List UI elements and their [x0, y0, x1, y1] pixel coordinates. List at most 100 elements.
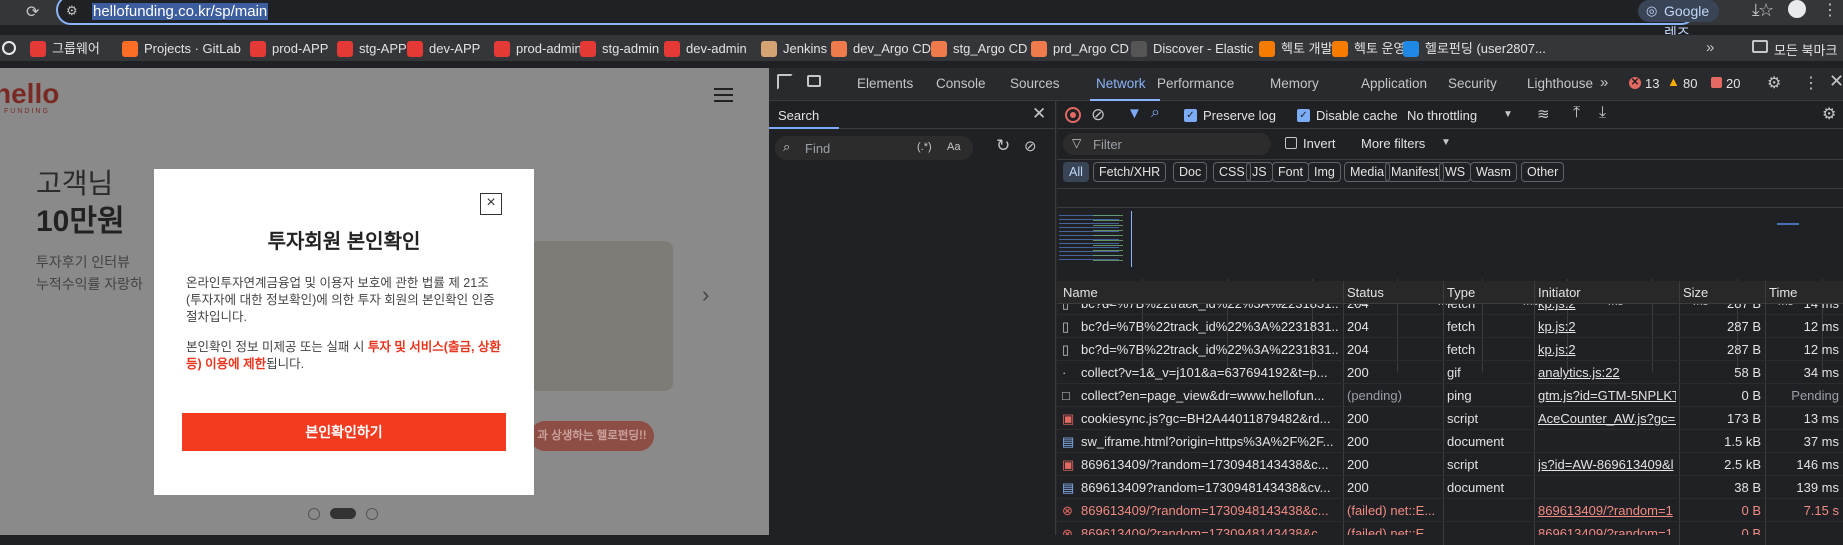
bookmark-label[interactable]: prod-APP [272, 41, 328, 56]
request-initiator[interactable]: 869613409/?random=1 [1538, 503, 1676, 518]
download-icon[interactable]: ⤓ [1752, 0, 1760, 20]
filter-chip-other[interactable]: Other [1521, 162, 1565, 182]
table-row[interactable]: ⊗ 869613409/?random=1730948143438&c... (fa… [1057, 522, 1843, 535]
column-header-time[interactable]: Time [1769, 285, 1797, 300]
tab-application[interactable]: Application [1361, 76, 1427, 91]
table-row[interactable]: ▣ 869613409/?random=1730948143438&c... 200… [1057, 453, 1843, 476]
column-header-name[interactable]: Name [1063, 285, 1098, 300]
more-bookmarks-icon[interactable]: » [1706, 39, 1714, 56]
request-name[interactable]: 869613409/?random=1730948143438&c... [1081, 526, 1339, 535]
carousel-dot-active[interactable] [330, 508, 356, 519]
request-initiator[interactable]: analytics.js:22 [1538, 365, 1676, 380]
regex-toggle[interactable]: (.*) [917, 141, 932, 153]
column-header-initiator[interactable]: Initiator [1538, 285, 1581, 300]
device-toolbar-icon[interactable] [807, 75, 821, 87]
tab-memory[interactable]: Memory [1270, 76, 1319, 91]
bookmark-item[interactable]: Jenkins [761, 40, 827, 58]
filter-chip-img[interactable]: Img [1308, 162, 1341, 182]
more-tabs-icon[interactable]: » [1600, 74, 1608, 91]
tab-network[interactable]: Network [1096, 76, 1146, 91]
request-initiator[interactable]: 869613409/?random=1 [1538, 526, 1676, 535]
site-info-icon[interactable]: ⚙ [66, 3, 78, 19]
tab-lighthouse[interactable]: Lighthouse [1527, 76, 1593, 91]
request-initiator[interactable]: kp.js:2 [1538, 319, 1676, 334]
banner-image[interactable] [530, 241, 673, 391]
filter-input[interactable]: ▽ Filter [1063, 133, 1271, 155]
close-search-icon[interactable]: ✕ [1032, 104, 1046, 124]
clear-log-icon[interactable]: ⊘ [1091, 105, 1105, 125]
omnibox[interactable]: ⚙ hellofunding.co.kr/sp/main ◎ Google 렌즈 … [56, 0, 1774, 41]
bookmark-label[interactable]: Projects · GitLab [144, 41, 241, 56]
bookmark-item[interactable]: Projects · GitLab [122, 40, 241, 58]
filter-chip-wasm[interactable]: Wasm [1470, 162, 1517, 182]
search-tab[interactable]: Search [778, 108, 819, 123]
tab-elements[interactable]: Elements [857, 76, 913, 91]
clear-icon[interactable]: ⊘ [1024, 137, 1037, 155]
bookmark-item[interactable]: 헥토 개발 [1259, 40, 1332, 58]
bookmark-label[interactable]: dev-APP [429, 41, 480, 56]
filter-icon[interactable]: ▼ [1127, 105, 1142, 122]
request-name[interactable]: bc?d=%7B%22track_id%22%3A%2231831... [1081, 304, 1339, 311]
bookmark-label[interactable]: Discover - Elastic [1153, 41, 1253, 56]
export-har-icon[interactable]: ⤓ [1599, 104, 1606, 122]
timeline-overview[interactable]: 1000 ms2000 ms3000 ms4000 ms5000 ms6000 … [1057, 189, 1843, 372]
site-logo[interactable]: hello [0, 78, 59, 110]
request-name[interactable]: bc?d=%7B%22track_id%22%3A%2231831... [1081, 342, 1339, 357]
banner-pill[interactable]: 과 상생하는 헬로펀딩!! [530, 421, 654, 451]
devtools-menu-icon[interactable]: ⋮ [1803, 73, 1819, 93]
filter-chip-fetchxhr[interactable]: Fetch/XHR [1093, 162, 1167, 182]
carousel-dot[interactable] [308, 508, 320, 520]
table-row[interactable]: ▯ bc?d=%7B%22track_id%22%3A%2231831... 204… [1057, 315, 1843, 338]
request-initiator[interactable]: kp.js:2 [1538, 342, 1676, 357]
request-name[interactable]: 869613409?random=1730948143438&cv... [1081, 480, 1339, 495]
filter-chip-media[interactable]: Media [1344, 162, 1391, 182]
request-name[interactable]: collect?v=1&_v=j101&a=637694192&t=p... [1081, 365, 1339, 380]
bookmark-label[interactable]: prd_Argo CD [1053, 41, 1129, 56]
error-icon[interactable]: ✕ [1629, 77, 1641, 89]
request-name[interactable]: collect?en=page_view&dr=www.hellofun... [1081, 388, 1339, 403]
bookmark-label[interactable]: dev_Argo CD [853, 41, 931, 56]
reload-icon[interactable]: ⟳ [26, 2, 39, 22]
url-text[interactable]: hellofunding.co.kr/sp/main [92, 3, 269, 20]
filter-chip-js[interactable]: JS [1246, 162, 1273, 182]
bookmark-label[interactable]: prod-admin [516, 41, 582, 56]
bookmark-item[interactable]: dev-APP [407, 40, 480, 58]
tab-security[interactable]: Security [1448, 76, 1497, 91]
bookmark-label[interactable]: 그룹웨어 [52, 41, 100, 56]
import-har-icon[interactable]: ⤒ [1573, 104, 1580, 122]
warning-icon[interactable]: ▲ [1667, 74, 1680, 89]
record-icon[interactable] [1065, 107, 1081, 123]
close-devtools-icon[interactable]: ✕ [1829, 71, 1843, 92]
refresh-icon[interactable]: ↻ [996, 136, 1010, 156]
match-case-toggle[interactable]: Aa [947, 141, 960, 153]
search-network-icon[interactable]: ⌕ [1151, 104, 1160, 122]
column-header-size[interactable]: Size [1683, 285, 1708, 300]
issues-count[interactable]: 20 [1726, 76, 1740, 91]
bookmark-star-icon[interactable]: ☆ [1758, 0, 1774, 21]
filter-chip-all[interactable]: All [1063, 162, 1089, 182]
request-initiator[interactable]: gtm.js?id=GTM-5NPLKT [1538, 388, 1676, 403]
disable-cache-label[interactable]: Disable cache [1316, 108, 1398, 123]
network-settings-icon[interactable]: ⚙ [1822, 104, 1836, 124]
bookmark-label[interactable]: dev-admin [686, 41, 747, 56]
apps-icon[interactable] [2, 41, 16, 55]
bookmark-label[interactable]: Jenkins [783, 41, 827, 56]
bookmark-item[interactable]: prod-APP [250, 40, 328, 58]
throttling-select[interactable]: No throttling [1407, 108, 1477, 123]
table-row[interactable]: · collect?v=1&_v=j101&a=637694192&t=p... 2… [1057, 361, 1843, 384]
warning-count[interactable]: 80 [1683, 76, 1697, 91]
verify-identity-button[interactable]: 본인확인하기 [182, 413, 506, 451]
modal-close-button[interactable]: × [480, 193, 502, 215]
request-initiator[interactable]: kp.js:2 [1538, 304, 1676, 311]
filter-chip-ws[interactable]: WS [1439, 162, 1472, 182]
menu-kebab-icon[interactable]: ⋮ [1822, 0, 1838, 20]
bookmark-item[interactable]: dev-admin [664, 40, 747, 58]
column-header-status[interactable]: Status [1347, 285, 1384, 300]
find-input[interactable]: ⌕ Find (.*) Aa [775, 136, 973, 160]
chevron-down-icon[interactable]: ▼ [1503, 109, 1513, 120]
more-filters-chevron-icon[interactable]: ▼ [1441, 137, 1451, 148]
request-initiator[interactable]: AceCounter_AW.js?gc=E [1538, 411, 1676, 426]
bookmark-item[interactable]: 그룹웨어 [30, 40, 100, 58]
request-name[interactable]: sw_iframe.html?origin=https%3A%2F%2F... [1081, 434, 1339, 449]
bookmark-item[interactable]: stg-admin [580, 40, 659, 58]
